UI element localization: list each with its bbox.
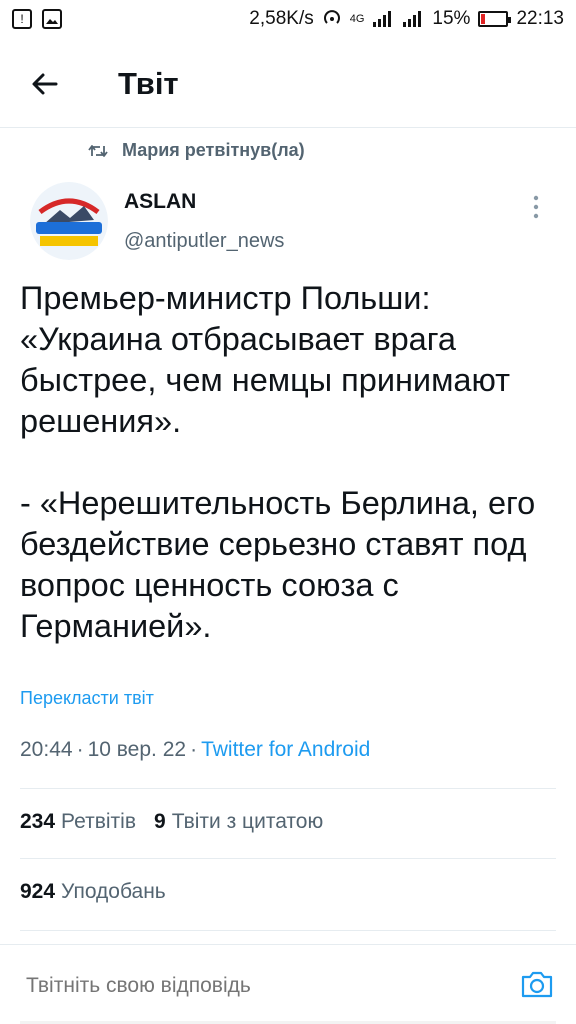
signal-icon-2 (403, 11, 422, 27)
battery-icon (478, 11, 512, 27)
likes-label: Уподобань (61, 880, 166, 903)
image-icon (42, 9, 62, 29)
retweet-context[interactable]: Мария ретвітнув(ла) (88, 140, 305, 161)
quotes-count: 9 (154, 810, 166, 833)
status-time: 22:13 (516, 8, 564, 29)
divider (20, 858, 556, 859)
header: Твіт (0, 40, 576, 128)
reply-bar (0, 944, 576, 1024)
tweet-source-link[interactable]: Twitter for Android (201, 738, 370, 762)
author-name[interactable]: ASLAN (124, 190, 196, 214)
camera-icon (521, 971, 553, 998)
avatar-image (30, 182, 108, 260)
page-title: Твіт (118, 65, 179, 101)
battery-percent: 15% (432, 8, 471, 29)
status-left: ! (12, 9, 62, 29)
quotes-stat[interactable]: 9 Твіти з цитатою (154, 810, 323, 834)
hotspot-icon (323, 10, 340, 24)
network-type: 4G (349, 13, 365, 25)
retweet-context-label: Мария ретвітнув(ла) (122, 140, 305, 160)
tweet-date: 10 вер. 22 (87, 738, 187, 761)
tweet-time: 20:44 (20, 738, 73, 761)
reply-input[interactable] (24, 973, 448, 999)
arrow-left-icon (32, 73, 58, 94)
status-right: 2,58K/s 4G 15% 22:13 (249, 8, 564, 30)
more-options-button[interactable] (524, 192, 548, 222)
meta-separator: · (190, 738, 198, 761)
camera-button[interactable] (520, 967, 554, 1001)
divider (20, 788, 556, 789)
likes-count: 924 (20, 880, 56, 903)
status-bar: ! 2,58K/s 4G 15% 22:13 (0, 0, 576, 38)
battery-fill (481, 14, 486, 24)
back-button[interactable] (10, 49, 80, 119)
avatar[interactable] (30, 182, 108, 260)
tweet-author: ASLAN @antiputler_news (18, 178, 558, 264)
alert-icon: ! (12, 9, 32, 29)
tweet-meta: 20:44 · 10 вер. 22 · Twitter for Android (20, 738, 370, 762)
quotes-label: Твіти з цитатою (171, 810, 324, 833)
retweets-stat[interactable]: 234 Ретвітів (20, 810, 136, 834)
divider (20, 930, 556, 931)
tweet-text: Премьер-министр Польши: «Украина отбрасы… (20, 280, 536, 644)
more-vertical-icon (533, 195, 539, 219)
translate-tweet-link[interactable]: Перекласти твіт (20, 688, 154, 709)
likes-stat[interactable]: 924 Уподобань (20, 880, 166, 904)
author-handle[interactable]: @antiputler_news (124, 230, 284, 253)
retweets-count: 234 (20, 810, 56, 833)
signal-icon (373, 11, 392, 27)
stats-row-retweets: 234 Ретвітів 9 Твіти з цитатою (20, 810, 323, 834)
retweet-icon (88, 144, 108, 157)
stats-row-likes: 924 Уподобань (20, 880, 166, 904)
meta-separator: · (76, 738, 84, 761)
retweets-label: Ретвітів (61, 810, 136, 833)
network-speed: 2,58K/s (249, 8, 314, 29)
